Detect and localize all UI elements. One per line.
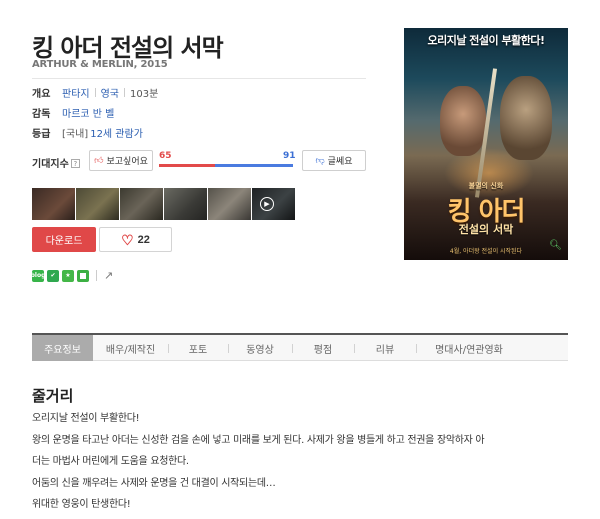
share-icon[interactable]: ✔ [47,269,59,282]
synopsis-line: 위대한 영웅이 탄생한다! [32,499,131,510]
download-button[interactable]: 다운로드 [32,227,96,252]
help-icon[interactable]: ? [70,159,80,168]
poster-footer: 4월, 아더왕 전설이 시작된다 [449,248,523,255]
expectation-bar-fill [159,164,215,167]
tab-rating[interactable]: 평점 [292,335,354,361]
heart-icon: ♡ [121,231,134,248]
synopsis-heading: 줄거리 [32,387,74,405]
video-thumbnail[interactable]: ▶ [252,188,295,220]
movie-poster[interactable]: 오리지날 전설이 부활한다! 불멸의 신화 킹 아더 전설의 서막 4월, 아더… [404,28,568,260]
divider [32,78,366,79]
synopsis-line: 왕의 운명을 타고난 아더는 신성한 검을 손에 넣고 미래를 보게 된다. 사… [32,434,485,446]
poster-banner: 오리지날 전설이 부활한다! [427,34,546,47]
not-sure-button[interactable]: 👎︎ 글쎄요 [302,150,366,171]
tab-video[interactable]: 동영상 [228,335,292,361]
zoom-icon[interactable]: 🔍︎ [549,240,562,251]
blog-icon[interactable]: blog [31,269,45,282]
still-thumbnail[interactable] [120,188,163,220]
expectation-index: 기대지수? 👍︎ 보고싶어요 65 91 👎︎ 글쎄요 [32,150,372,172]
play-icon: ▶ [260,197,274,211]
star-icon[interactable]: ★ [62,269,74,282]
overview-label: 개요 [32,89,51,100]
square-icon[interactable] [77,269,89,282]
dislike-count: 91 [283,151,296,161]
like-heart-button[interactable]: ♡ 22 [99,227,172,252]
still-thumbnail[interactable] [208,188,251,220]
info-director-row: 감독 마르코 반 벨 [32,105,114,120]
original-title: ARTHUR & MERLIN, 2015 [32,59,168,70]
want-to-see-label: 보고싶어요 [106,156,148,166]
still-thumbnail[interactable] [164,188,207,220]
tab-quotes-related[interactable]: 명대사/연관영화 [416,335,522,361]
tab-bar: 주요정보 배우/제작진 포토 동영상 평점 리뷰 명대사/연관영화 [32,333,568,361]
separator [124,88,126,97]
country-link[interactable]: 영국 [101,85,119,100]
synopsis-text: 오리지날 전설이 부활한다! 왕의 운명을 타고난 아더는 신성한 검을 손에 … [32,408,568,516]
rating-link[interactable]: 12세 관람가 [90,125,143,140]
heart-count: 22 [137,233,150,246]
thumbs-down-icon: 👎︎ [315,155,325,165]
tab-cast-crew[interactable]: 배우/제작진 [93,335,168,361]
poster-figure [500,76,552,160]
info-rating-row: 등급 [국내] 12세 관람가 [32,125,143,140]
expectation-label: 기대지수? [32,155,80,170]
still-thumbnail[interactable] [32,188,75,220]
like-count: 65 [159,151,172,161]
tab-review[interactable]: 리뷰 [354,335,416,361]
director-label: 감독 [32,109,51,120]
still-thumbnail[interactable] [76,188,119,220]
synopsis-line: 어둠의 신을 깨우려는 사제와 운명을 건 대결이 시작되는데… [32,477,276,489]
share-bar: blog ✔ ★ ↗ [31,269,114,282]
synopsis-line: 오리지날 전설이 부활한다! [32,413,140,424]
thumbs-up-icon: 👍︎ [94,155,104,165]
external-share-icon[interactable]: ↗ [104,269,113,282]
not-sure-label: 글쎄요 [327,156,353,166]
tab-main-info[interactable]: 주요정보 [32,335,93,361]
want-to-see-button[interactable]: 👍︎ 보고싶어요 [89,150,153,171]
still-gallery: ▶ [32,188,295,220]
director-link[interactable]: 마르코 반 벨 [62,105,114,120]
poster-subtitle: 전설의 서막 [458,223,514,236]
divider [96,270,97,281]
rating-region: [국내] [62,129,89,140]
runtime: 103분 [130,89,159,100]
poster-figure [440,86,486,156]
tab-photo[interactable]: 포토 [168,335,228,361]
rating-label: 등급 [32,129,51,140]
expectation-bar [159,164,293,167]
genre-link[interactable]: 판타지 [62,85,90,100]
movie-title: 킹 아더 전설의 서막 [32,34,224,62]
info-overview-row: 개요 판타지 영국 103분 [32,85,158,100]
synopsis-line: 더는 마법사 머린에게 도움을 요청한다. [32,456,189,467]
poster-small-text: 불멸의 신화 [468,182,504,190]
separator [94,88,96,97]
